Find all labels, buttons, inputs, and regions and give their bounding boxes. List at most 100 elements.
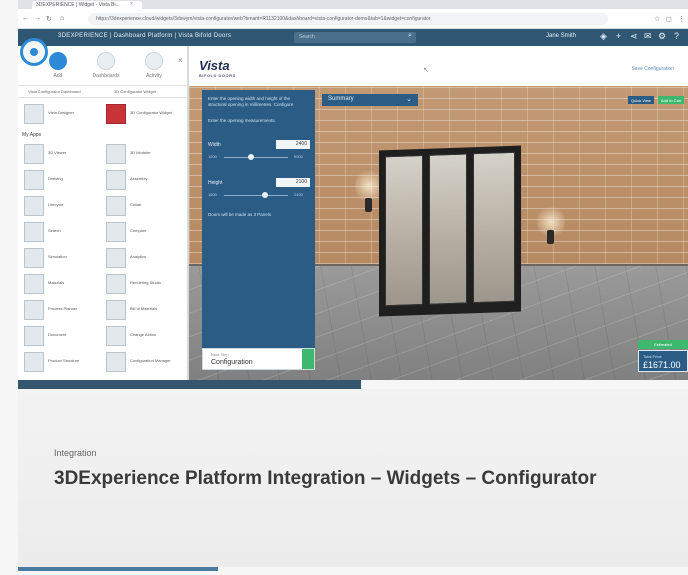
widget-thumbnail-icon <box>24 170 44 190</box>
widget-thumbnail-icon <box>24 274 44 294</box>
mouse-cursor-icon: ↖ <box>423 67 429 74</box>
widget-tile[interactable]: Compare <box>106 220 184 244</box>
widget-tile[interactable]: Materials <box>24 272 102 296</box>
widget-label: Rendering Studio <box>130 280 161 285</box>
home-icon[interactable]: ⌂ <box>60 15 64 22</box>
platform-brand: 3DEXPERIENCE | Dashboard Platform | Vist… <box>58 33 232 39</box>
widget-thumbnail-icon <box>106 196 126 216</box>
tab-dashboards[interactable]: Dashboards <box>86 52 126 79</box>
close-tab-icon[interactable]: × <box>130 1 133 7</box>
widget-tile[interactable]: Bill of Materials <box>106 298 184 322</box>
next-step-title: Configuration <box>211 359 253 366</box>
widget-tile[interactable]: Document <box>24 324 102 348</box>
next-step-bar[interactable]: Next Step Configuration <box>202 348 315 370</box>
widget-label: Change Action <box>130 332 157 337</box>
slide-eyebrow: Integration <box>54 448 97 458</box>
widget-thumbnail-icon <box>24 352 44 372</box>
height-slider[interactable] <box>224 195 288 196</box>
configurator-intro: Enter the opening width and height of th… <box>208 96 294 107</box>
width-max: 6000 <box>294 154 303 159</box>
chevron-down-icon: ⌄ <box>406 96 412 103</box>
widget-tile[interactable]: 3D Modeler <box>106 142 184 166</box>
widget-tile[interactable]: Assembly <box>106 168 184 192</box>
settings-icon[interactable]: ⚙ <box>658 31 666 42</box>
featured-widget[interactable]: 3D Configurator Widget <box>106 102 184 126</box>
widget-tile[interactable]: Configuration Manager <box>106 350 184 374</box>
widget-tile[interactable]: Process Planner <box>24 298 102 322</box>
reload-icon[interactable]: ↻ <box>46 15 52 23</box>
widget-label: Lifecycle <box>48 202 64 207</box>
add-to-cart-button[interactable]: Add to Cart <box>658 96 685 104</box>
widget-panel: Add Dashboards Activity × Vista Configur… <box>18 46 188 382</box>
summary-dropdown[interactable]: Summary ⌄ <box>322 94 418 106</box>
next-step-caption: Next Step <box>211 352 229 357</box>
search-icon[interactable]: ⌕ <box>408 32 412 40</box>
widget-label: Vista Designer <box>48 110 74 115</box>
tab-dashboards-label: Dashboards <box>92 73 120 79</box>
widget-tile[interactable]: Product Structure <box>24 350 102 374</box>
widget-tile[interactable]: Drawing <box>24 168 102 192</box>
widget-thumbnail-icon <box>24 326 44 346</box>
tab-activity[interactable]: Activity <box>134 52 174 79</box>
compass-icon[interactable] <box>20 38 48 66</box>
menu-dots-icon[interactable]: ⋮ <box>678 15 685 23</box>
vista-logo-text: Vista <box>199 58 230 73</box>
widget-label: 3D Configurator Widget <box>130 110 172 115</box>
extension-icon[interactable]: ◻ <box>666 15 672 23</box>
tag-icon[interactable]: ◈ <box>600 31 607 42</box>
height-label: Height <box>208 180 223 186</box>
widget-label: Configuration Manager <box>130 358 171 363</box>
section-label: My Apps <box>22 132 42 138</box>
star-icon[interactable]: ☆ <box>654 15 660 23</box>
subtab-dashboard[interactable]: Vista Configurator Dashboard <box>28 89 81 94</box>
back-icon[interactable]: ← <box>22 15 29 22</box>
widget-tile[interactable]: Change Action <box>106 324 184 348</box>
subtab-configurator[interactable]: 3D Configurator Widget <box>114 89 156 94</box>
forward-icon[interactable]: → <box>34 15 41 22</box>
search-input[interactable]: Search <box>294 32 416 43</box>
widget-label: 3D Modeler <box>130 150 151 155</box>
address-bar[interactable]: https://3dexperience.cloud/widgets/3dswy… <box>88 13 608 25</box>
close-panel-icon[interactable]: × <box>178 56 183 65</box>
featured-widget[interactable]: Vista Designer <box>24 102 102 126</box>
price-box: Total Price £1671.00 <box>638 350 688 372</box>
widget-subtabs: Vista Configurator Dashboard 3D Configur… <box>18 86 187 98</box>
price-tag: Estimated <box>638 340 688 349</box>
width-field[interactable]: 2400 <box>276 140 310 149</box>
widget-label: Process Planner <box>48 306 78 311</box>
widget-tile[interactable]: Simulation <box>24 246 102 270</box>
widget-tile[interactable]: Lifecycle <box>24 194 102 218</box>
share-icon[interactable]: ⋖ <box>630 31 638 42</box>
panels-note: Doors will be made as 3 Panels <box>208 212 272 217</box>
widget-label: Search <box>48 228 61 233</box>
widget-tile[interactable]: Search <box>24 220 102 244</box>
widget-label: Bill of Materials <box>130 306 158 311</box>
width-label: Width <box>208 142 221 148</box>
widget-tile[interactable]: Rendering Studio <box>106 272 184 296</box>
wall-lamp-icon <box>547 230 554 244</box>
door-panel <box>429 153 467 305</box>
add-icon[interactable]: + <box>616 31 621 41</box>
widget-tile[interactable]: Collab <box>106 194 184 218</box>
notifications-icon[interactable]: ✉ <box>644 31 652 42</box>
widget-label: Document <box>48 332 67 337</box>
width-min: 1200 <box>208 154 217 159</box>
configurator-panel: Enter the opening width and height of th… <box>202 90 315 348</box>
tab-add-label: Add <box>53 73 63 79</box>
width-slider[interactable] <box>224 157 288 158</box>
height-field[interactable]: 2100 <box>276 178 310 187</box>
door-panel <box>385 154 423 307</box>
user-name[interactable]: Jane Smith <box>546 33 576 39</box>
dashboard-icon <box>97 52 115 70</box>
next-arrow-button[interactable] <box>302 349 314 369</box>
widget-tile[interactable]: 3D Viewer <box>24 142 102 166</box>
save-configuration-link[interactable]: Save Configuration <box>631 66 674 72</box>
height-slider-handle[interactable] <box>262 192 268 198</box>
widget-thumbnail-icon <box>24 144 44 164</box>
help-icon[interactable]: ? <box>674 31 679 41</box>
quick-view-button[interactable]: Quick View <box>628 96 654 104</box>
browser-tab[interactable]: 3DEXPERIENCE | Widget · Vista Bi... <box>32 1 142 9</box>
widget-tile[interactable]: Analytics <box>106 246 184 270</box>
width-slider-handle[interactable] <box>248 154 254 160</box>
bifold-door-model[interactable] <box>379 145 521 317</box>
